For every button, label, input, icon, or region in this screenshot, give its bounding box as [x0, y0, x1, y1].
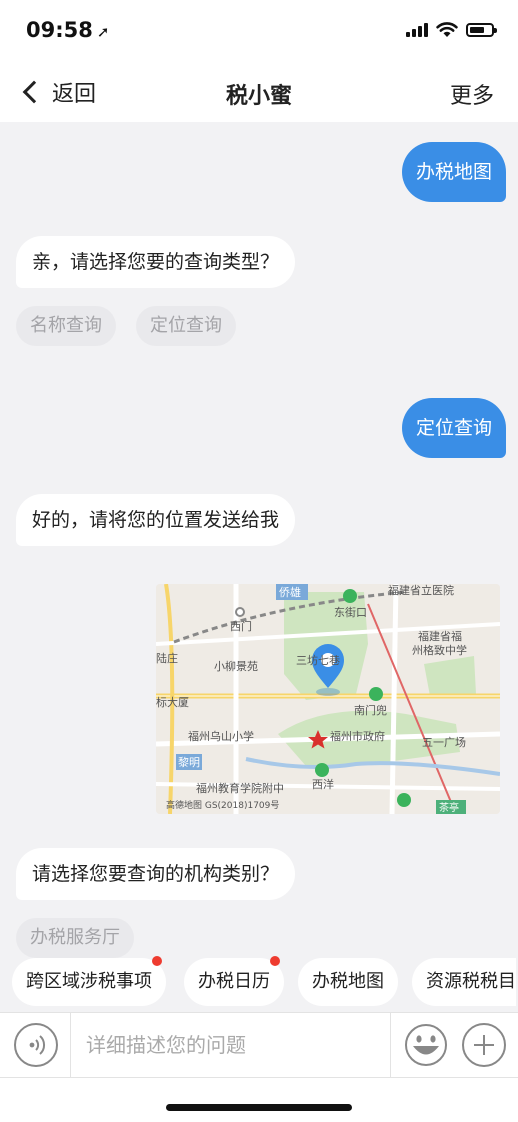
map-label: 小柳景苑 [214, 659, 258, 673]
input-bar [0, 1012, 518, 1079]
status-bar: 09:58 ➚ [0, 0, 518, 62]
metro-station-icon [369, 687, 383, 701]
option-location-query[interactable]: 定位查询 [136, 306, 236, 346]
map-label: 陆庄 [156, 651, 178, 665]
location-map-card[interactable]: 福建省立医院 侨雄 东街口 西门 福建省福 州格致中学 陆庄 小柳景苑 三坊七巷… [156, 584, 500, 814]
map-label: 标大厦 [156, 695, 189, 709]
nav-bar: 返回 税小蜜 更多 [0, 62, 518, 122]
metro-station-icon [397, 793, 411, 807]
home-indicator [166, 1104, 352, 1111]
quick-action-tax-map[interactable]: 办税地图 [298, 958, 398, 1006]
map-label: 西洋 [312, 777, 334, 791]
map-label: 福建省立医院 [388, 584, 454, 597]
chat-area[interactable]: 办税地图 亲，请选择您要的查询类型？ 名称查询 定位查询 定位查询 好的，请将您… [0, 122, 518, 1012]
quick-action-tax-calendar[interactable]: 办税日历 [184, 956, 284, 1006]
quick-actions-bar[interactable]: 跨区域涉税事项 办税日历 办税地图 资源税税目 [0, 956, 518, 1008]
map-label: 福州教育学院附中 [196, 781, 284, 795]
battery-icon [466, 23, 497, 37]
map-label: 福建省福 [418, 629, 462, 643]
home-area [0, 1078, 518, 1122]
map-label: 福州市政府 [330, 729, 385, 743]
option-tax-service-hall[interactable]: 办税服务厅 [16, 918, 134, 958]
status-icons [406, 22, 497, 38]
map-label: 福州乌山小学 [188, 729, 254, 743]
add-attachment-button[interactable] [462, 1023, 506, 1067]
quick-action-label: 办税日历 [198, 971, 270, 992]
bot-message: 亲，请选择您要的查询类型？ [16, 236, 296, 288]
map-label: 州格致中学 [412, 643, 467, 657]
divider [70, 1013, 71, 1079]
map-label: 茶亭 [439, 801, 459, 814]
bot-message: 好的，请将您的位置发送给我 [16, 494, 296, 546]
notification-dot [270, 956, 280, 966]
metro-station-icon [315, 763, 329, 777]
status-time: 09:58 ➚ [26, 18, 109, 42]
map-label: 黎明 [178, 755, 200, 769]
more-button[interactable]: 更多 [450, 78, 494, 110]
quick-action-label: 资源税税目 [426, 971, 516, 992]
quick-action-label: 跨区域涉税事项 [26, 971, 152, 992]
emoji-button[interactable] [404, 1023, 448, 1067]
map-label: 五一广场 [422, 735, 466, 749]
bot-message: 请选择您要查询的机构类别？ [16, 848, 296, 900]
map-image: 福建省立医院 侨雄 东街口 西门 福建省福 州格致中学 陆庄 小柳景苑 三坊七巷… [156, 584, 500, 814]
page-title: 税小蜜 [225, 84, 292, 109]
map-label: 侨雄 [279, 585, 301, 599]
divider [390, 1013, 391, 1079]
map-label: 西门 [230, 619, 252, 633]
map-attribution: 高德地图 GS(2018)1709号 [166, 799, 279, 811]
notification-dot [152, 956, 162, 966]
map-label: 东街口 [334, 605, 367, 619]
quick-action-resource-tax[interactable]: 资源税税目 [412, 958, 516, 1006]
user-message: 办税地图 [401, 142, 506, 202]
metro-station-icon [343, 589, 357, 603]
status-time-text: 09:58 [26, 18, 93, 42]
cellular-signal-icon [406, 23, 428, 37]
option-name-query[interactable]: 名称查询 [16, 306, 116, 346]
voice-icon [29, 1035, 46, 1055]
voice-input-button[interactable] [14, 1023, 58, 1067]
map-label: 三坊七巷 [296, 653, 340, 667]
emoji-icon [405, 1024, 447, 1066]
quick-action-cross-region[interactable]: 跨区域涉税事项 [12, 956, 166, 1006]
map-label: 南门兜 [354, 703, 387, 717]
wifi-icon [436, 22, 458, 37]
message-input[interactable] [74, 1023, 374, 1067]
quick-action-label: 办税地图 [312, 971, 384, 992]
user-message: 定位查询 [401, 398, 506, 458]
location-arrow-icon: ➚ [96, 23, 110, 41]
